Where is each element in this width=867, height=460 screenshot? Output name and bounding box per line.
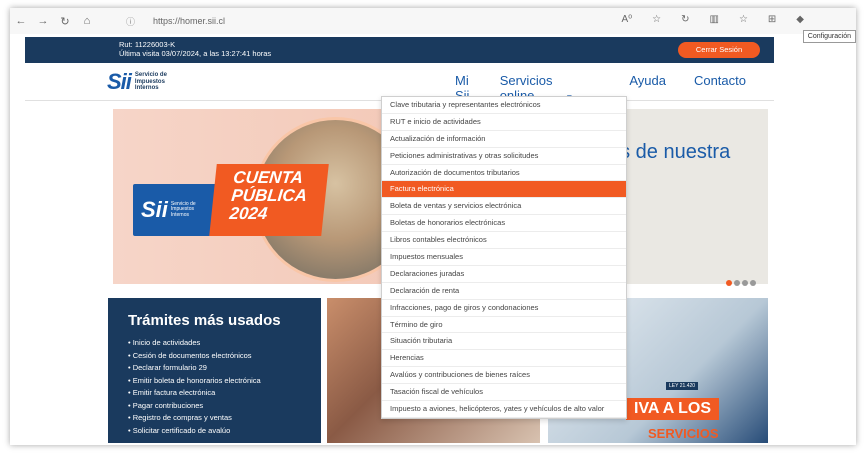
sii-logo[interactable]: Sii Servicio de Impuestos Internos <box>107 71 167 93</box>
dropdown-item[interactable]: Situación tributaria <box>382 333 626 351</box>
cuenta-line-2: PÚBLICA <box>230 186 309 205</box>
tramites-panel: Trámites más usados Inicio de actividade… <box>108 298 321 443</box>
tramite-link[interactable]: Emitir factura electrónica <box>128 387 321 400</box>
browser-toolbar: ← → ↻ ⌂ ⓘ https://homer.sii.cl A⁰ ☆ ↻ ▥ … <box>10 8 856 43</box>
badge-mark: Sii <box>141 197 168 222</box>
logout-button[interactable]: Cerrar Sesión <box>678 42 760 58</box>
dropdown-item[interactable]: Clave tributaria y representantes electr… <box>382 97 626 114</box>
iva-headline: IVA A LOS <box>626 398 720 420</box>
ley-label: LEY 21.420 <box>666 382 699 390</box>
carousel-dot-1[interactable] <box>726 280 732 286</box>
read-aloud-icon[interactable]: A⁰ <box>621 14 632 25</box>
servicios-online-dropdown: Clave tributaria y representantes electr… <box>381 96 627 419</box>
dropdown-item[interactable]: Impuesto a aviones, helicópteros, yates … <box>382 401 626 418</box>
tramite-link[interactable]: Inicio de actividades <box>128 337 321 350</box>
site-info-icon[interactable]: ⓘ <box>126 15 135 28</box>
servicios-headline: SERVICIOS <box>648 426 719 441</box>
carousel-dot-4[interactable] <box>750 280 756 286</box>
home-icon[interactable]: ⌂ <box>76 15 98 27</box>
user-info-bar: Rut: 11226003-K Última visita 03/07/2024… <box>25 37 774 63</box>
dropdown-item-active[interactable]: Factura electrónica <box>382 181 626 199</box>
logo-line-1: Servicio de <box>134 72 167 79</box>
dropdown-item[interactable]: Herencias <box>382 350 626 368</box>
logo-line-3: Internos <box>134 85 159 92</box>
dropdown-item[interactable]: Impuestos mensuales <box>382 249 626 266</box>
user-rut: Rut: 11226003-K <box>119 40 176 49</box>
cuenta-line-3: 2024 <box>228 204 269 223</box>
tramite-link[interactable]: Cesión de documentos electrónicos <box>128 350 321 363</box>
nav-contacto[interactable]: Contacto <box>694 73 746 103</box>
last-visit: Última visita 03/07/2024, a las 13:27:41… <box>119 49 272 58</box>
carousel-dot-3[interactable] <box>742 280 748 286</box>
dropdown-item[interactable]: Declaración de renta <box>382 283 626 300</box>
logo-line-2: Impuestos <box>134 78 165 85</box>
dropdown-item[interactable]: Término de giro <box>382 317 626 334</box>
split-screen-icon[interactable]: ▥ <box>709 14 718 25</box>
favorite-icon[interactable]: ☆ <box>652 14 661 25</box>
dropdown-item[interactable]: Tasación fiscal de vehículos <box>382 384 626 402</box>
cuenta-line-1: CUENTA <box>232 168 304 187</box>
tramite-link[interactable]: Emitir boleta de honorarios electrónica <box>128 375 321 388</box>
collections-icon[interactable]: ⊞ <box>768 14 776 25</box>
forward-icon[interactable]: → <box>32 15 54 27</box>
dropdown-item[interactable]: RUT e inicio de actividades <box>382 114 626 131</box>
browser-actions: A⁰ ☆ ↻ ▥ ☆ ⊞ ◆ <box>621 14 804 25</box>
dropdown-item[interactable]: Peticiones administrativas y otras solic… <box>382 148 626 165</box>
settings-tooltip: Configuración <box>802 30 856 43</box>
tramite-link[interactable]: Solicitar certificado de avalúo <box>128 425 321 438</box>
back-icon[interactable]: ← <box>10 15 32 27</box>
reload-icon[interactable]: ↻ <box>54 15 76 28</box>
carousel-dot-2[interactable] <box>734 280 740 286</box>
tramite-link[interactable]: Pagar contribuciones <box>128 400 321 413</box>
carousel-dots <box>726 280 852 286</box>
badge-text: Servicio de Impuestos Internos <box>170 201 196 219</box>
dropdown-item[interactable]: Declaraciones juradas <box>382 266 626 283</box>
sii-logo-text: Servicio de Impuestos Internos <box>135 72 167 92</box>
tramites-title: Trámites más usados <box>128 312 281 329</box>
browser-window: ← → ↻ ⌂ ⓘ https://homer.sii.cl A⁰ ☆ ↻ ▥ … <box>10 8 856 445</box>
refresh-icon[interactable]: ↻ <box>681 14 689 25</box>
dropdown-item[interactable]: Autorización de documentos tributarios <box>382 165 626 182</box>
banner-headline: es de nuestra <box>609 141 731 163</box>
dropdown-item[interactable]: Boleta de ventas y servicios electrónica <box>382 198 626 216</box>
banner-sii-badge: Sii Servicio de Impuestos Internos <box>133 184 218 236</box>
extension-icon[interactable]: ◆ <box>796 14 804 25</box>
dropdown-item[interactable]: Infracciones, pago de giros y condonacio… <box>382 300 626 317</box>
cuenta-publica-title: CUENTA PÚBLICA 2024 <box>209 164 329 236</box>
dropdown-item[interactable]: Boletas de honorarios electrónicas <box>382 215 626 233</box>
sii-logo-mark: Sii <box>107 69 132 94</box>
badge-line-3: Internos <box>170 211 189 218</box>
address-bar[interactable]: https://homer.sii.cl <box>153 16 225 26</box>
dropdown-item[interactable]: Avalúos y contribuciones de bienes raíce… <box>382 367 626 385</box>
tramite-link[interactable]: Declarar formulario 29 <box>128 362 321 375</box>
tramites-list: Inicio de actividades Cesión de document… <box>128 337 321 437</box>
dropdown-item[interactable]: Libros contables electrónicos <box>382 232 626 250</box>
favorites-icon[interactable]: ☆ <box>739 14 748 25</box>
nav-ayuda[interactable]: Ayuda <box>629 73 666 103</box>
dropdown-item[interactable]: Actualización de información <box>382 131 626 148</box>
tramite-link[interactable]: Registro de compras y ventas <box>128 412 321 425</box>
